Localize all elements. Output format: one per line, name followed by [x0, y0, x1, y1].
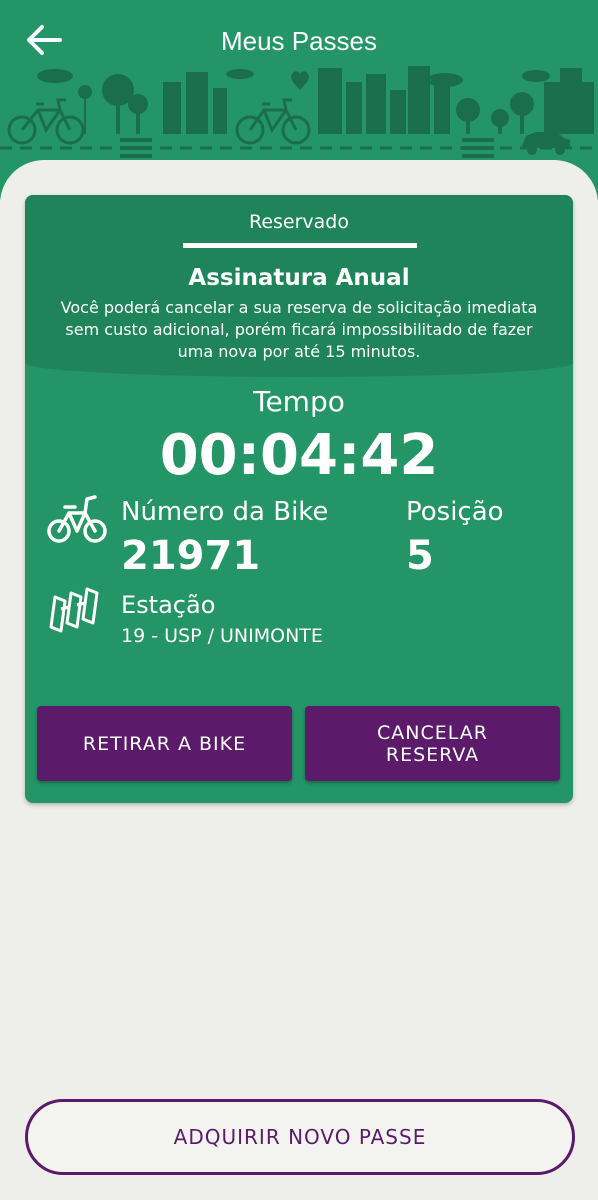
station-value: 19 - USP / UNIMONTE — [121, 625, 323, 647]
adquirir-novo-passe-label: ADQUIRIR NOVO PASSE — [173, 1125, 427, 1149]
countdown-timer: 00:04:42 — [159, 423, 439, 488]
station-label: Estação — [121, 591, 216, 619]
status-indicator-line — [183, 243, 417, 248]
bike-number-value: 21971 — [121, 533, 261, 579]
bike-number-label: Número da Bike — [121, 497, 329, 527]
bicycle-icon — [47, 495, 107, 543]
pass-card: Reservado Assinatura Anual Você poderá c… — [25, 195, 573, 803]
page-title: Meus Passes — [220, 26, 378, 56]
city-skyline-illustration — [0, 66, 598, 158]
status-label: Reservado — [248, 211, 349, 233]
plan-title: Assinatura Anual — [188, 265, 410, 291]
position-value: 5 — [406, 533, 434, 579]
cancelar-reserva-label: CANCELAR RESERVA — [377, 721, 488, 766]
position-label: Posição — [406, 497, 504, 527]
time-label: Tempo — [253, 385, 345, 418]
adquirir-novo-passe-button[interactable]: ADQUIRIR NOVO PASSE — [25, 1099, 575, 1175]
bike-station-icon — [49, 587, 99, 633]
retirar-bike-label: RETIRAR A BIKE — [82, 732, 247, 755]
pass-card-header: Reservado Assinatura Anual Você poderá c… — [25, 195, 573, 377]
retirar-bike-button[interactable]: RETIRAR A BIKE — [37, 706, 292, 781]
reservation-description: Você poderá cancelar a sua reserva de so… — [60, 298, 538, 361]
cancelar-reserva-button[interactable]: CANCELAR RESERVA — [305, 706, 560, 781]
